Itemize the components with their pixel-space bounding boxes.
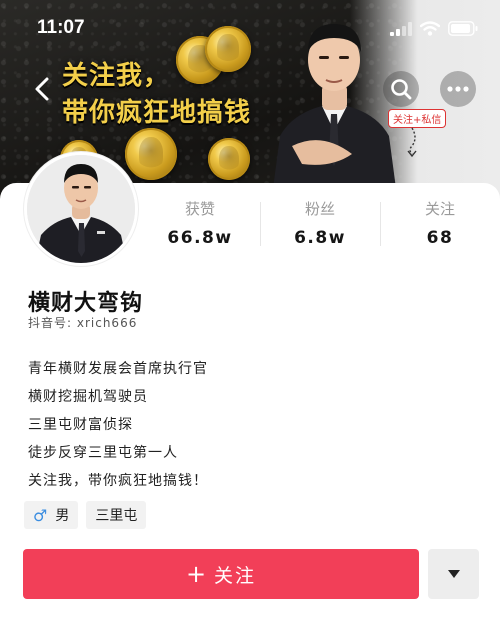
profile-name: 横财大弯钩 (28, 291, 144, 316)
dropdown-triangle-icon (447, 570, 460, 578)
recommend-dropdown-button[interactable] (428, 549, 479, 599)
bio-line: 横财挖掘机驾驶员 (28, 389, 148, 405)
stat-likes[interactable]: 获赞 66.8w (140, 196, 260, 254)
follow-button[interactable]: + 关注 (23, 549, 419, 599)
avatar-image (27, 155, 135, 263)
banner-headline-line1: 关注我， (62, 61, 171, 91)
profile-tags: ♂ 男 三里屯 (24, 501, 147, 529)
location-label: 三里屯 (95, 508, 138, 524)
profile-stats: 获赞 66.8w 粉丝 6.8w 关注 68 (140, 196, 500, 254)
avatar[interactable] (24, 152, 138, 266)
banner-headline: 关注我， 带你疯狂地搞钱 (62, 58, 251, 132)
location-tag[interactable]: 三里屯 (86, 501, 147, 529)
search-button[interactable] (383, 71, 419, 107)
stat-label: 关注 (424, 200, 455, 218)
follow-button-label: 关注 (214, 564, 257, 587)
signal-icon (390, 21, 412, 36)
more-icon (447, 86, 469, 92)
banner-headline-line2: 带你疯狂地搞钱 (62, 98, 252, 128)
battery-icon (448, 21, 478, 36)
bio-line: 青年横财发展会首席执行官 (28, 361, 208, 377)
bio-line: 徒步反穿三里屯第一人 (28, 445, 178, 461)
male-icon: ♂ (33, 505, 48, 525)
bio-line: 关注我，带你疯狂地搞钱！ (28, 473, 208, 489)
back-icon[interactable] (30, 74, 56, 104)
gold-coin-image (208, 138, 250, 180)
stat-followers[interactable]: 粉丝 6.8w (260, 196, 380, 254)
profile-bio: 青年横财发展会首席执行官 横财挖掘机驾驶员 三里屯财富侦探 徒步反穿三里屯第一人… (28, 355, 208, 495)
bio-line: 三里屯财富侦探 (28, 417, 133, 433)
plus-icon: + (185, 560, 207, 588)
search-icon (391, 79, 412, 100)
gender-tag: ♂ 男 (24, 501, 79, 529)
status-time: 11:07 (37, 17, 85, 38)
more-button[interactable] (440, 71, 476, 107)
banner-person-image (272, 24, 397, 196)
status-icons (390, 21, 478, 36)
stat-following[interactable]: 关注 68 (380, 196, 500, 254)
stat-value: 66.8w (167, 228, 233, 248)
stat-value: 68 (426, 228, 454, 248)
stat-value: 6.8w (294, 228, 346, 248)
gender-label: 男 (55, 508, 70, 524)
profile-handle[interactable]: 抖音号: xrich666 (28, 314, 137, 331)
wifi-icon (420, 21, 440, 36)
stat-label: 获赞 (184, 200, 215, 218)
gold-coin-image (125, 128, 177, 180)
stat-label: 粉丝 (304, 200, 335, 218)
hint-arrow-icon (407, 127, 417, 158)
